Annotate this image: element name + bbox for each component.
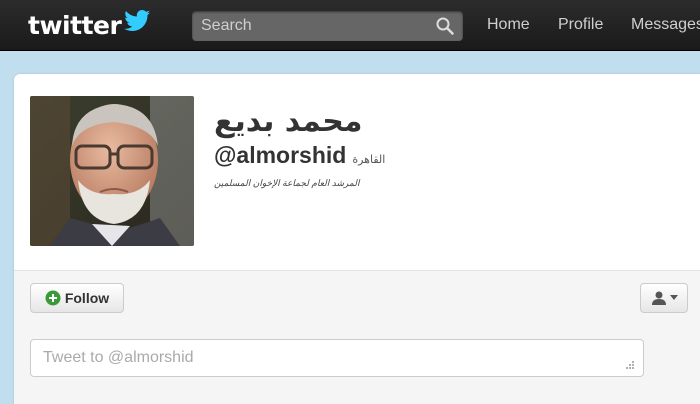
follow-plus-icon <box>45 290 61 306</box>
follow-button[interactable]: Follow <box>30 283 124 313</box>
tweet-compose-area <box>14 327 700 404</box>
profile-screen-name[interactable]: @almorshid <box>214 142 346 169</box>
search-icon[interactable] <box>436 17 454 40</box>
profile-actions-bar: Follow <box>14 270 700 328</box>
twitter-logo[interactable]: twitter <box>28 9 151 41</box>
profile-fullname: محمد بديع <box>214 104 363 139</box>
nav-profile[interactable]: Profile <box>558 0 603 50</box>
tweet-box <box>30 339 644 377</box>
nav-home[interactable]: Home <box>487 0 530 50</box>
twitter-bird-icon <box>123 9 151 38</box>
nav-home-label: Home <box>487 16 530 33</box>
follow-button-label: Follow <box>64 290 110 306</box>
nav-messages[interactable]: Messages <box>631 0 700 50</box>
search-bar <box>192 11 463 41</box>
profile-avatar[interactable] <box>30 96 194 246</box>
profile-identity-row: @almorshid القاهرة <box>214 142 385 169</box>
nav-messages-label: Messages <box>631 16 700 33</box>
logo-text: twitter <box>28 10 122 40</box>
profile-bio: المرشد العام لجماعة الإخوان المسلمين <box>214 178 360 188</box>
profile-content: محمد بديع @almorshid القاهرة المرشد العا… <box>0 70 700 404</box>
resize-grip-icon[interactable] <box>623 360 635 370</box>
profile-card: محمد بديع @almorshid القاهرة المرشد العا… <box>14 74 700 404</box>
user-actions-dropdown-button[interactable] <box>640 283 688 313</box>
tweet-input[interactable] <box>31 340 623 376</box>
profile-location: القاهرة <box>352 154 386 166</box>
caret-down-icon <box>669 295 678 300</box>
nav-profile-label: Profile <box>558 16 604 33</box>
user-icon <box>651 291 666 305</box>
search-input[interactable] <box>192 11 431 41</box>
top-navigation-bar: twitter Home Profile Messages <box>0 0 700 51</box>
